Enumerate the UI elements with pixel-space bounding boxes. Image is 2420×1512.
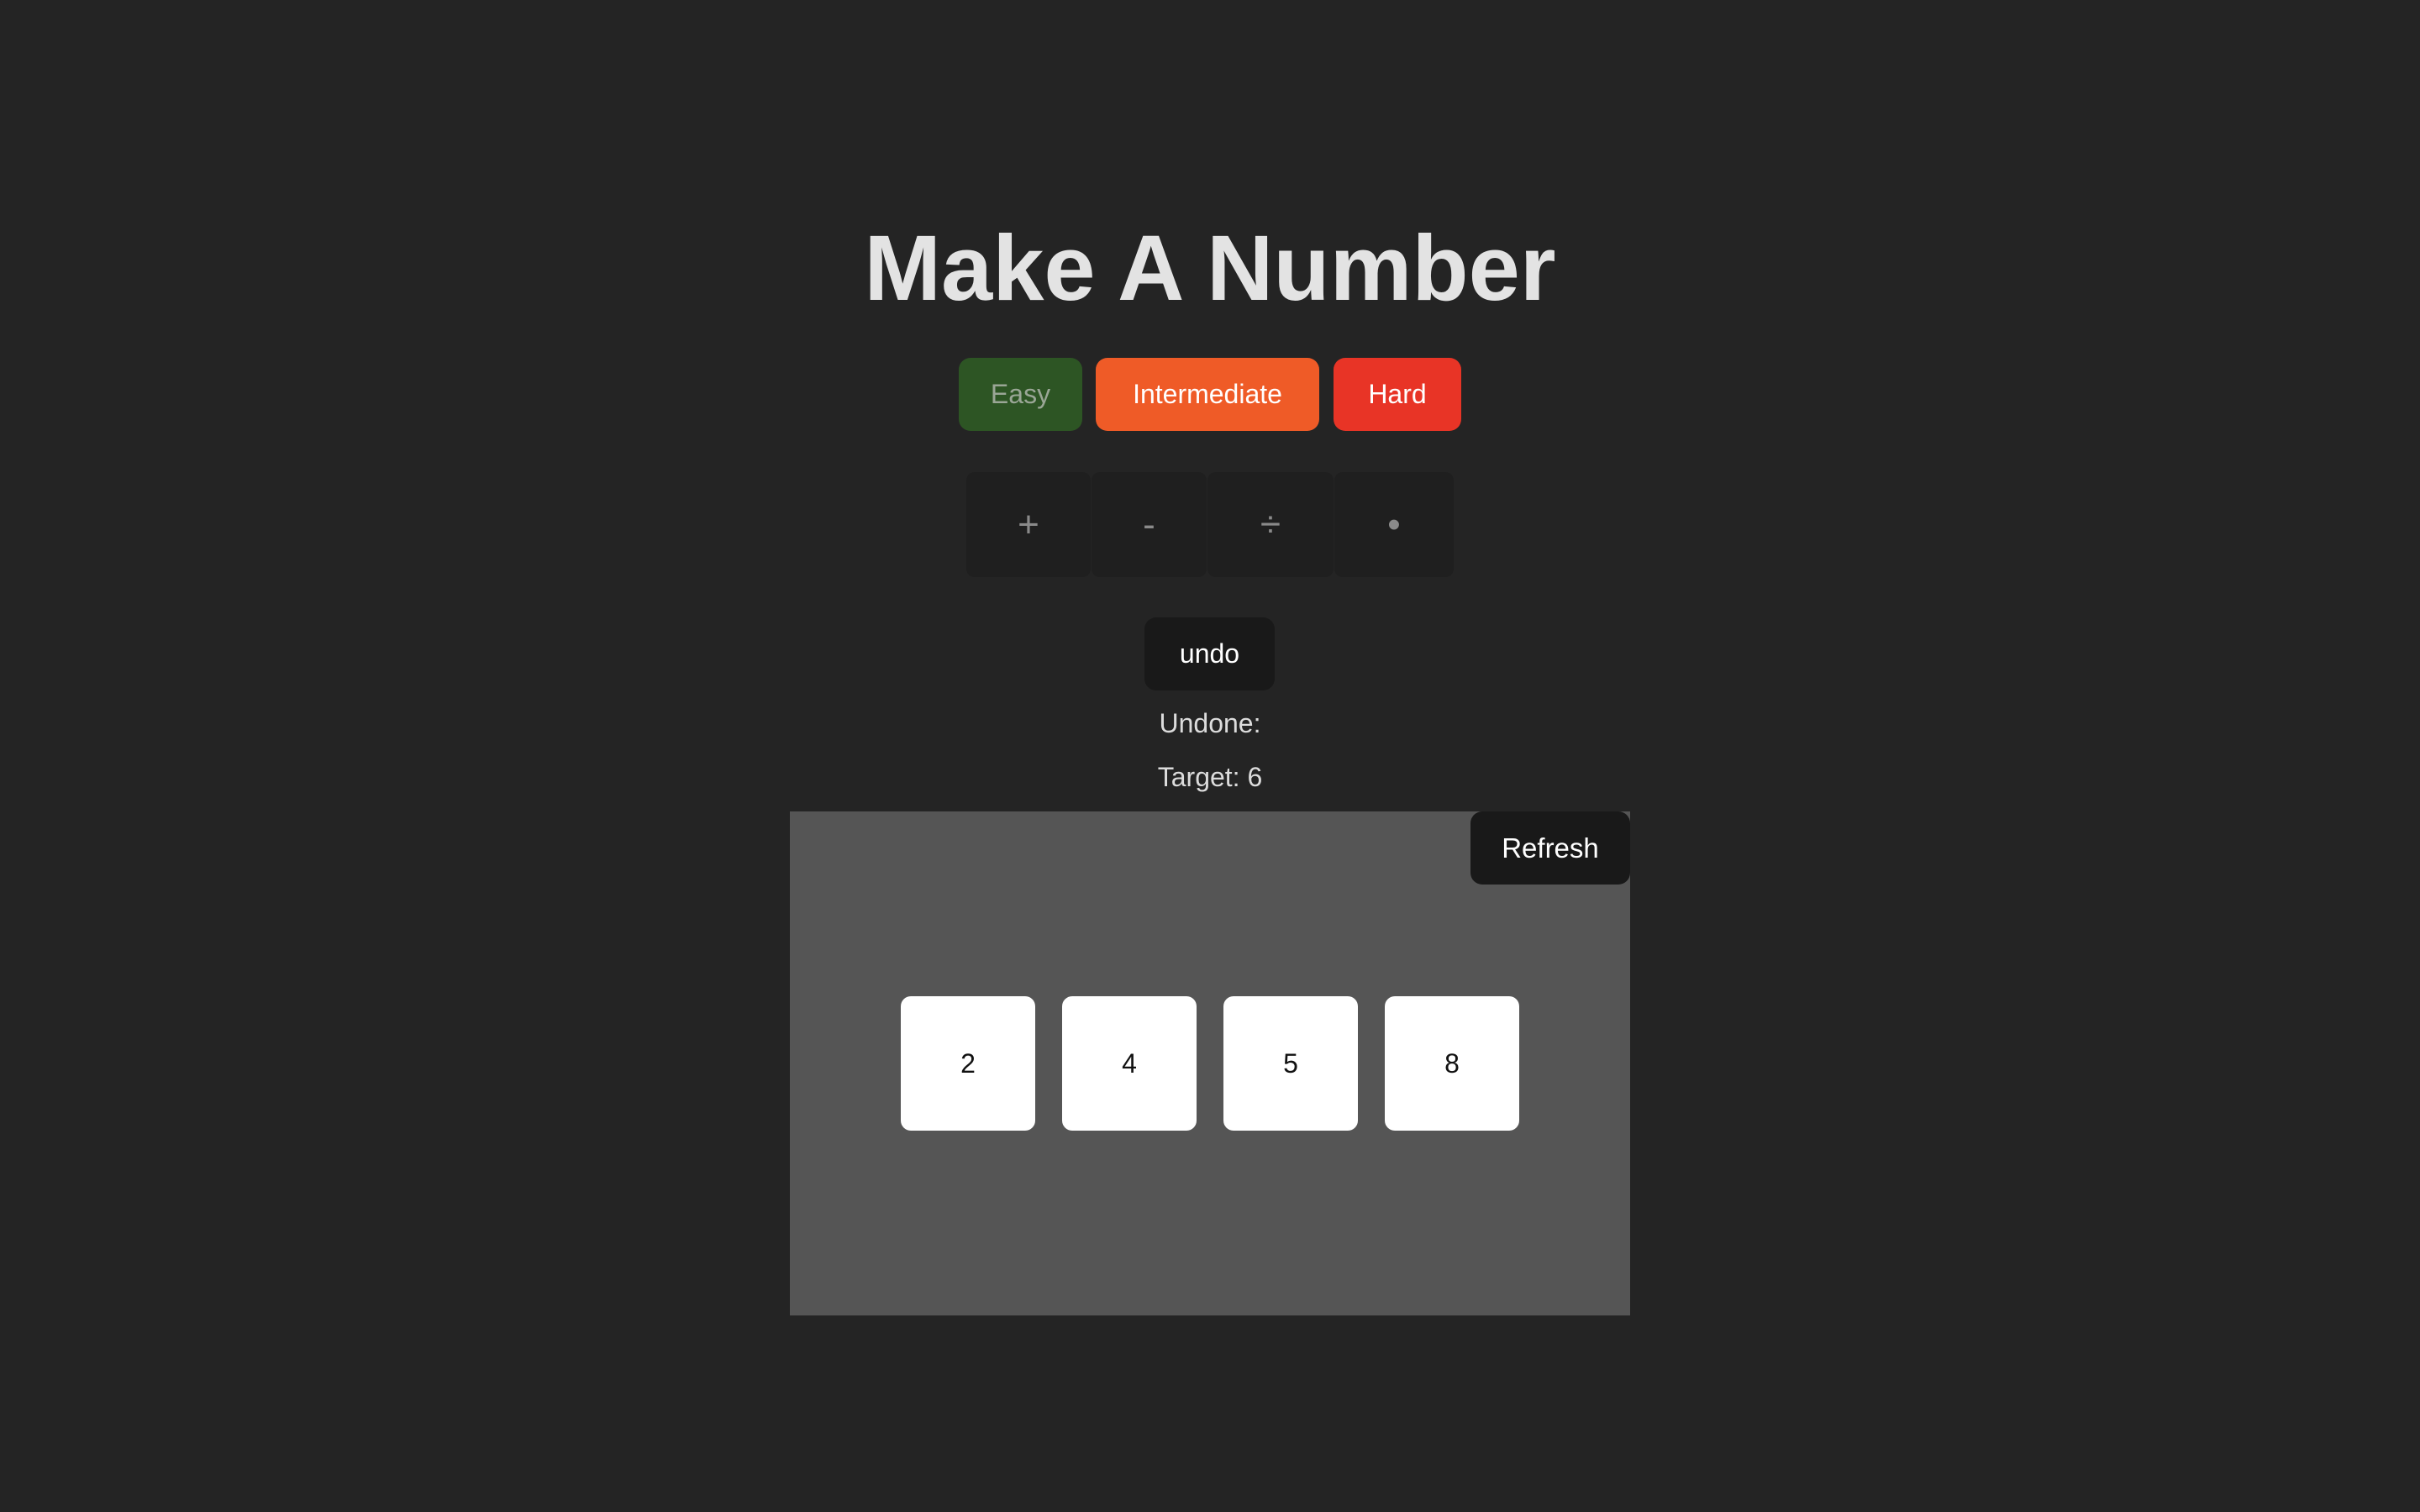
page-title: Make A Number [864, 217, 1556, 320]
number-card[interactable]: 8 [1385, 996, 1519, 1131]
divide-operator-button[interactable]: ÷ [1207, 472, 1334, 577]
easy-difficulty-button[interactable]: Easy [959, 358, 1082, 431]
multiply-operator-button[interactable]: • [1334, 472, 1454, 577]
plus-operator-button[interactable]: + [966, 472, 1091, 577]
hard-difficulty-button[interactable]: Hard [1334, 358, 1461, 431]
undo-button[interactable]: undo [1144, 617, 1275, 690]
refresh-button[interactable]: Refresh [1470, 811, 1630, 885]
number-card[interactable]: 5 [1223, 996, 1358, 1131]
plus-icon: + [1018, 503, 1039, 545]
divide-icon: ÷ [1260, 503, 1281, 545]
number-card[interactable]: 2 [901, 996, 1035, 1131]
number-card[interactable]: 4 [1062, 996, 1197, 1131]
target-label: Target: 6 [1157, 762, 1263, 792]
intermediate-difficulty-button[interactable]: Intermediate [1096, 358, 1319, 431]
undone-label: Undone: [1159, 708, 1261, 738]
minus-operator-button[interactable]: - [1092, 472, 1207, 577]
multiply-icon: • [1387, 503, 1401, 545]
minus-icon: - [1143, 503, 1155, 545]
